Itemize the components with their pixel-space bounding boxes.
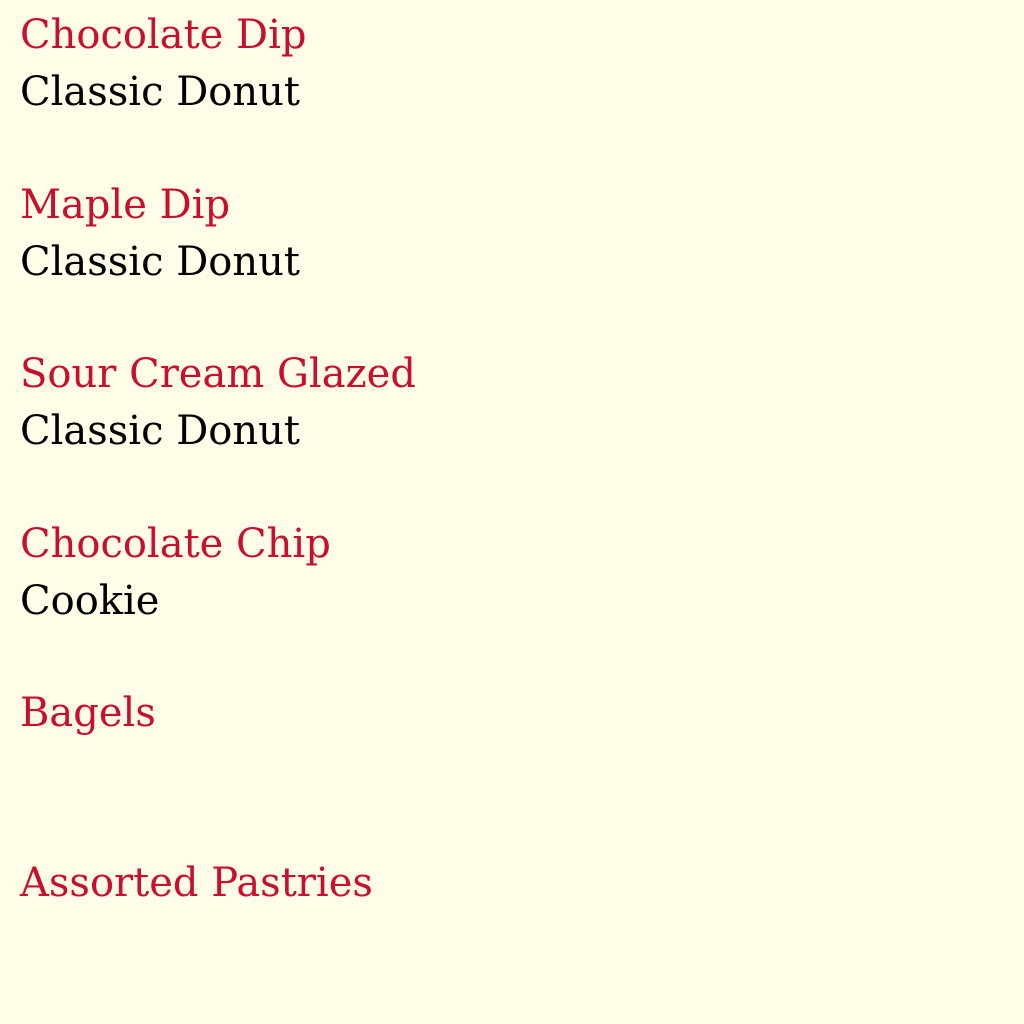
menu-item-chocolate-chip: Chocolate Chip Cookie [20, 516, 1004, 686]
menu-page: { "colors": { "background": "#fffde8", "… [0, 0, 1024, 1024]
menu-item-sour-cream-glazed: Sour Cream Glazed Classic Donut [20, 346, 1004, 516]
menu-item-name: Sour Cream Glazed [20, 351, 416, 397]
menu-item-type: Classic Donut [20, 408, 300, 454]
menu-list: Chocolate Dip Classic Donut Maple Dip Cl… [20, 7, 1004, 1024]
menu-item-bagels: Bagels [20, 685, 1004, 855]
menu-item-type: Classic Donut [20, 69, 300, 115]
menu-item-type: Classic Donut [20, 238, 300, 285]
menu-item-type: Cookie [20, 577, 160, 624]
menu-item-name: Chocolate Dip [20, 12, 307, 58]
menu-item-assorted-pastries: Assorted Pastries [20, 855, 1004, 1024]
menu-item-name: Assorted Pastries [20, 859, 373, 906]
menu-item-name: Chocolate Chip [20, 520, 331, 567]
menu-item-chocolate-dip: Chocolate Dip Classic Donut [20, 7, 1004, 177]
menu-item-maple-dip: Maple Dip Classic Donut [20, 177, 1004, 347]
menu-item-name: Maple Dip [20, 181, 231, 228]
menu-item-name: Bagels [20, 690, 156, 736]
